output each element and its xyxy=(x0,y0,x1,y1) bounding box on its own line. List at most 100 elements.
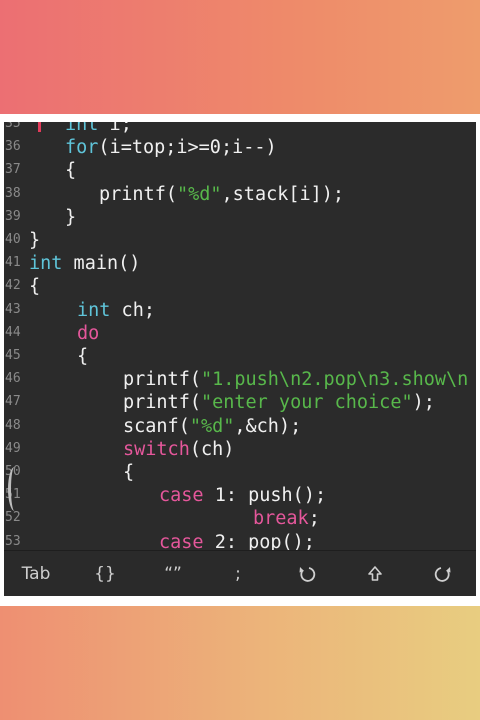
code-line[interactable]: 47 printf("enter your choice"); xyxy=(4,391,476,414)
code-token: printf( xyxy=(123,369,201,391)
code-token: (ch) xyxy=(189,438,235,460)
code-text: { xyxy=(65,159,76,182)
line-number: 41 xyxy=(5,255,21,271)
code-token: } xyxy=(65,206,77,228)
code-text: scanf("%d",&ch); xyxy=(123,415,301,438)
code-text: { xyxy=(29,275,40,298)
keyword-token: int xyxy=(29,253,63,275)
tab-key-button[interactable]: Tab xyxy=(14,561,58,587)
code-line[interactable]: 52 break; xyxy=(4,507,476,530)
line-number: 45 xyxy=(5,348,21,363)
code-line[interactable]: 36 for(i=top;i>=0;i--) xyxy=(4,136,476,159)
bottom-background-band xyxy=(0,606,480,720)
code-line[interactable]: 46 printf("1.push\n2.pop\n3.show\n xyxy=(4,368,476,391)
code-line[interactable]: 35 int i; xyxy=(4,122,476,136)
code-line[interactable]: 49 switch(ch) xyxy=(4,438,476,461)
code-line[interactable]: 45 { xyxy=(4,345,476,368)
code-token: i; xyxy=(98,122,132,135)
code-token: scanf( xyxy=(123,415,190,437)
code-token: (i=top;i>=0;i--) xyxy=(98,137,277,159)
extra-keys-toolbar: Tab {} “” ; xyxy=(4,550,476,596)
fast-scroll-handle[interactable] xyxy=(8,467,21,511)
string-token: "%d" xyxy=(176,183,222,205)
code-token: ; xyxy=(308,508,320,530)
top-background-band xyxy=(0,0,480,114)
code-line[interactable]: 43 int ch; xyxy=(4,299,476,322)
code-token: { xyxy=(65,160,77,182)
code-token: ); xyxy=(412,392,435,414)
semicolon-key-button[interactable]: ; xyxy=(226,561,250,587)
line-number: 40 xyxy=(5,232,21,247)
code-line[interactable]: 44 do xyxy=(4,322,476,345)
code-token: printf( xyxy=(123,392,201,414)
code-line[interactable]: 40} xyxy=(4,229,476,252)
line-number: 52 xyxy=(5,510,21,526)
code-token: main() xyxy=(62,253,141,275)
line-number: 46 xyxy=(5,371,21,387)
code-token: printf( xyxy=(99,183,177,205)
code-text: int ch; xyxy=(77,299,155,322)
code-text: printf("1.push\n2.pop\n3.show\n xyxy=(123,368,468,391)
code-text: } xyxy=(65,206,76,229)
code-editor-screen: 35 int i; 36 for(i=top;i>=0;i--) 37 {38 printf… xyxy=(4,122,476,596)
quotes-key-button[interactable]: “” xyxy=(156,561,190,587)
code-line[interactable]: 38 printf("%d",stack[i]); xyxy=(4,183,476,206)
keyword-token: for xyxy=(65,137,99,159)
keyword-token: int xyxy=(77,299,111,321)
line-number: 42 xyxy=(5,278,21,294)
undo-icon xyxy=(299,567,316,582)
code-line[interactable]: 48 scanf("%d",&ch); xyxy=(4,415,476,438)
string-token: "%d" xyxy=(189,415,235,437)
string-token: "1.push\n2.pop\n3.show\n xyxy=(200,369,469,391)
code-token: ,&ch); xyxy=(234,415,302,437)
string-token: "enter your choice" xyxy=(200,392,413,414)
code-line[interactable]: 51 case 1: push(); xyxy=(4,484,476,507)
line-number: 35 xyxy=(5,122,21,131)
code-line[interactable]: 39} xyxy=(4,206,476,229)
code-editor[interactable]: 35 int i; 36 for(i=top;i>=0;i--) 37 {38 printf… xyxy=(4,122,476,550)
code-line[interactable]: 50{ xyxy=(4,461,476,484)
code-text: for(i=top;i>=0;i--) xyxy=(65,136,277,159)
undo-button[interactable] xyxy=(292,561,322,587)
shift-button[interactable] xyxy=(360,561,390,587)
braces-key-button[interactable]: {} xyxy=(88,561,122,587)
code-line[interactable]: 41 int main() xyxy=(4,252,476,275)
redo-icon xyxy=(434,567,451,582)
code-text: int i; xyxy=(65,122,132,136)
code-line[interactable]: 53 case 2: pop(); xyxy=(4,531,476,550)
code-token: { xyxy=(77,346,89,367)
code-token: 2: pop(); xyxy=(203,531,315,550)
keyword-token: case xyxy=(159,485,204,507)
code-token: } xyxy=(29,230,41,251)
line-number: 37 xyxy=(5,162,21,178)
code-text: } xyxy=(29,229,40,252)
code-token: ,stack[i]); xyxy=(221,183,345,205)
code-text: int main() xyxy=(29,252,140,275)
line-number: 48 xyxy=(5,417,21,433)
line-number: 36 xyxy=(5,139,21,155)
line-number: 49 xyxy=(5,440,21,456)
line-number: 47 xyxy=(5,394,21,410)
keyword-token: switch xyxy=(123,438,190,460)
code-text: break; xyxy=(253,507,320,530)
line-number: 38 xyxy=(5,185,21,201)
line-number: 39 xyxy=(5,208,21,224)
line-number: 44 xyxy=(5,324,21,340)
code-text: do xyxy=(77,322,99,345)
line-number: 43 xyxy=(5,301,21,317)
redo-button[interactable] xyxy=(428,561,458,587)
code-text: { xyxy=(123,461,134,484)
code-text: { xyxy=(77,345,88,368)
keyword-token: case xyxy=(159,531,204,550)
line-number: 53 xyxy=(5,533,21,549)
keyword-token: int xyxy=(65,122,99,135)
code-line[interactable]: 42 { xyxy=(4,275,476,298)
shift-up-icon xyxy=(368,566,382,581)
code-line[interactable]: 37 { xyxy=(4,159,476,182)
code-token: { xyxy=(123,462,135,483)
code-token: ch; xyxy=(110,299,155,321)
keyword-token: break xyxy=(253,508,309,530)
code-text: case 1: push(); xyxy=(159,484,326,507)
code-token: 1: push(); xyxy=(203,485,327,507)
code-text: printf("%d",stack[i]); xyxy=(99,183,344,206)
